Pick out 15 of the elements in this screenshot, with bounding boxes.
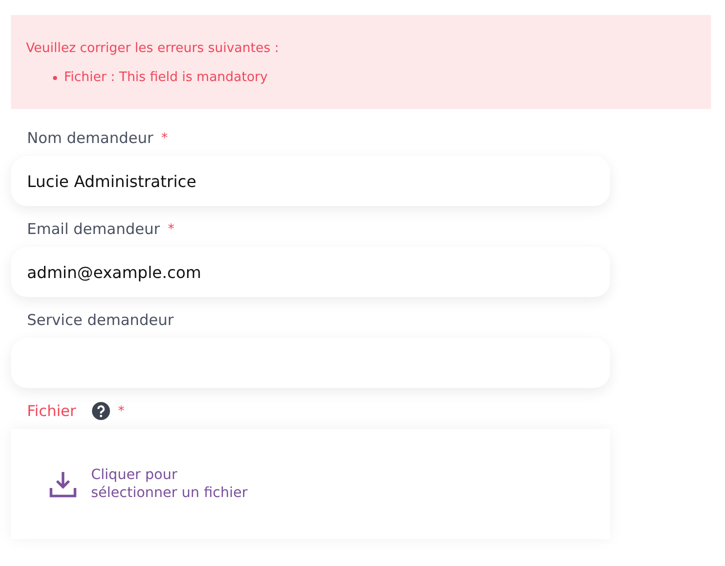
error-message: Fichier : This field is mandatory: [64, 70, 268, 85]
text-field[interactable]: admin@example.com: [11, 247, 610, 297]
bullet-icon: [53, 76, 57, 80]
field-label: Service demandeur: [27, 311, 174, 329]
field-label: Fichier: [27, 402, 76, 420]
text-field[interactable]: Lucie Administratrice: [11, 156, 610, 206]
field-label: Email demandeur: [27, 220, 160, 238]
field-label: Nom demandeur: [27, 129, 154, 147]
file-upload-area[interactable]: Cliquer pour sélectionner un fichier: [11, 429, 610, 539]
required-asterisk: *: [168, 222, 174, 236]
required-asterisk: *: [161, 130, 168, 146]
upload-prompt: Cliquer pour sélectionner un fichier: [91, 466, 248, 502]
help-icon[interactable]: [92, 402, 110, 420]
error-title: Veuillez corriger les erreurs suivantes :: [26, 41, 280, 56]
required-asterisk: *: [118, 404, 125, 418]
